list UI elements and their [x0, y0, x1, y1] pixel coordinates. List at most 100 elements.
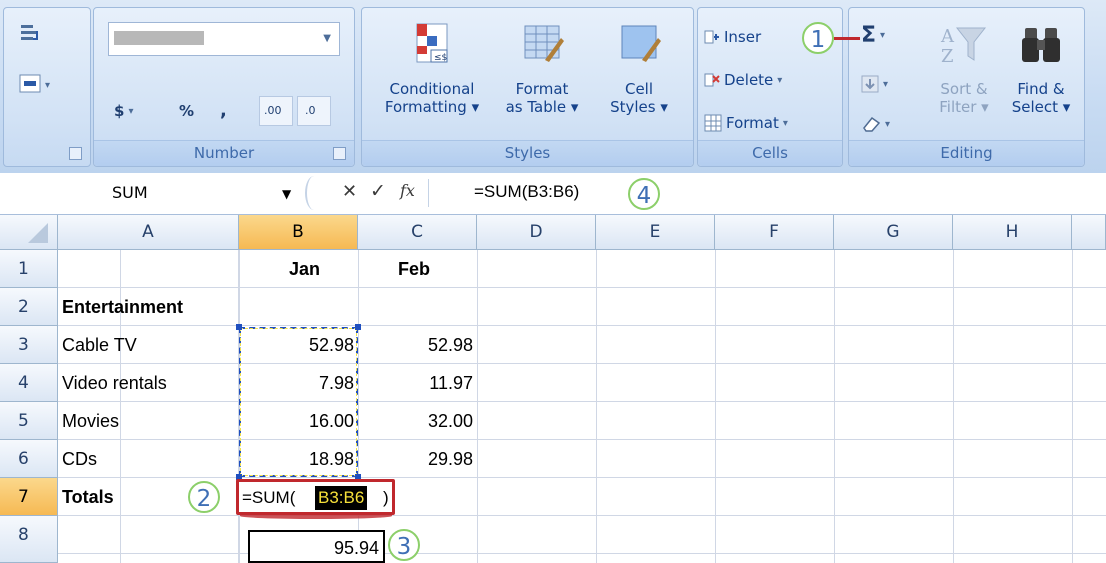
comma-button[interactable]: , — [220, 100, 227, 121]
sigma-icon: Σ — [861, 23, 877, 48]
fill-down-icon — [861, 75, 879, 93]
formula-suffix: ) — [383, 488, 389, 507]
formula-bar-separator — [428, 179, 429, 207]
column-header-g[interactable]: G — [834, 215, 953, 250]
row-header-2[interactable]: 2 — [0, 288, 58, 326]
column-header-f[interactable]: F — [715, 215, 834, 250]
conditional-formatting-label: Conditional Formatting ▾ — [384, 80, 480, 116]
conditional-formatting-button[interactable]: ≤$ Conditional Formatting ▾ — [372, 20, 492, 116]
column-header-a[interactable]: A — [58, 215, 239, 250]
chevron-down-icon[interactable]: ▼ — [282, 180, 291, 208]
number-format-dropdown[interactable]: ▼ — [108, 22, 340, 56]
ribbon: ▾ ▼ $ ▾ % , .00 .0 Number ≤$ Conditional… — [0, 0, 1106, 173]
alignment-launcher-icon[interactable] — [69, 147, 82, 160]
find-select-button[interactable]: Find & Select ▾ — [1001, 20, 1081, 116]
name-box-value: SUM — [112, 183, 148, 202]
styles-group-label: Styles — [362, 140, 693, 166]
row-header-1[interactable]: 1 — [0, 250, 58, 288]
column-header-d[interactable]: D — [477, 215, 596, 250]
callout-4: 4 — [628, 178, 660, 210]
increase-decimal-button[interactable]: .00 — [259, 96, 293, 126]
formula-bar-divider — [305, 176, 323, 210]
range-handle[interactable] — [236, 324, 242, 330]
cell-styles-label: Cell Styles ▾ — [610, 80, 668, 116]
column-header-b[interactable]: B — [239, 215, 358, 250]
percent-button[interactable]: % — [179, 102, 194, 120]
format-cells-icon — [704, 114, 722, 132]
sort-filter-label: Sort & Filter ▾ — [939, 80, 989, 116]
wrap-text-icon[interactable] — [18, 22, 42, 46]
formula-prefix: =SUM( — [242, 488, 296, 507]
insert-button[interactable]: Inser — [704, 28, 761, 46]
row-header-4[interactable]: 4 — [0, 364, 58, 402]
row-header-7[interactable]: 7 — [0, 478, 58, 516]
row-header-6[interactable]: 6 — [0, 440, 58, 478]
format-as-table-label: Format as Table ▾ — [505, 80, 579, 116]
number-format-value — [114, 31, 204, 45]
currency-button[interactable]: $ ▾ — [114, 102, 133, 120]
highlight-shadow — [240, 513, 392, 519]
format-button[interactable]: Format ▾ — [704, 114, 788, 132]
merge-center-icon[interactable]: ▾ — [18, 72, 58, 96]
chevron-down-icon: ▾ — [128, 105, 134, 117]
row-header-3[interactable]: 3 — [0, 326, 58, 364]
percent-icon: % — [179, 102, 195, 120]
cell-c4[interactable]: 11.97 — [358, 364, 477, 402]
clear-button[interactable]: ▾ — [861, 115, 890, 133]
editing-group-label: Editing — [849, 140, 1084, 166]
enter-icon[interactable]: ✓ — [370, 180, 386, 202]
fill-button[interactable]: ▾ — [861, 75, 888, 93]
autosum-button[interactable]: Σ ▾ — [861, 23, 885, 48]
sort-filter-button[interactable]: A Z Sort & Filter ▾ — [927, 20, 1001, 116]
cell-a5[interactable]: Movies — [58, 402, 239, 440]
chevron-down-icon: ▼ — [323, 33, 331, 44]
styles-group: ≤$ Conditional Formatting ▾ Format as Ta… — [361, 7, 694, 167]
svg-text:≤$: ≤$ — [434, 53, 447, 63]
insert-function-icon[interactable]: fx — [400, 181, 415, 200]
result-cell[interactable]: 95.94 — [248, 530, 385, 563]
number-group: ▼ $ ▾ % , .00 .0 Number — [93, 7, 355, 167]
cell-c3[interactable]: 52.98 — [358, 326, 477, 364]
cell-c6[interactable]: 29.98 — [358, 440, 477, 478]
select-all-corner[interactable] — [0, 215, 58, 250]
cell-c1[interactable]: Feb — [358, 250, 477, 288]
chevron-down-icon: ▾ — [885, 118, 891, 130]
cells-group-label: Cells — [698, 140, 842, 166]
worksheet-grid: A B C D E F G H 1 2 3 4 5 6 7 8 Jan Feb … — [0, 215, 1106, 563]
svg-text:▾: ▾ — [45, 80, 50, 91]
comma-icon: , — [220, 100, 227, 121]
cell-a3[interactable]: Cable TV — [58, 326, 239, 364]
chevron-down-icon: ▾ — [782, 117, 788, 129]
callout-1: 1 — [802, 22, 834, 54]
column-header-c[interactable]: C — [358, 215, 477, 250]
active-cell-editor[interactable]: =SUM( B3:B6 ) — [236, 479, 395, 515]
delete-button[interactable]: Delete ▾ — [704, 71, 782, 89]
cell-b1[interactable]: Jan — [239, 250, 358, 288]
cell-c5[interactable]: 32.00 — [358, 402, 477, 440]
cell-styles-button[interactable]: Cell Styles ▾ — [594, 20, 684, 116]
callout-1-connector — [834, 37, 860, 40]
column-header-h[interactable]: H — [953, 215, 1072, 250]
callout-3: 3 — [388, 529, 420, 561]
format-as-table-button[interactable]: Format as Table ▾ — [492, 20, 592, 116]
cell-a6[interactable]: CDs — [58, 440, 239, 478]
cell-a2[interactable]: Entertainment — [58, 288, 239, 326]
chevron-down-icon: ▾ — [883, 78, 889, 90]
range-handle[interactable] — [355, 324, 361, 330]
column-header-next[interactable] — [1072, 215, 1106, 250]
column-header-e[interactable]: E — [596, 215, 715, 250]
decrease-decimal-button[interactable]: .0 — [297, 96, 331, 126]
insert-icon — [704, 30, 719, 44]
delete-icon — [704, 73, 720, 87]
cancel-icon[interactable]: ✕ — [342, 181, 357, 202]
formula-range-highlight: B3:B6 — [315, 486, 368, 510]
row-header-5[interactable]: 5 — [0, 402, 58, 440]
increase-decimal-icon: .00 — [264, 104, 282, 117]
row-header-8[interactable]: 8 — [0, 516, 58, 563]
number-launcher-icon[interactable] — [333, 147, 346, 160]
result-value: 95.94 — [333, 538, 379, 558]
name-box[interactable]: SUM ▼ — [60, 179, 296, 207]
formula-input[interactable]: =SUM(B3:B6) — [474, 182, 579, 202]
cell-a4[interactable]: Video rentals — [58, 364, 239, 402]
chevron-down-icon: ▾ — [777, 74, 783, 86]
